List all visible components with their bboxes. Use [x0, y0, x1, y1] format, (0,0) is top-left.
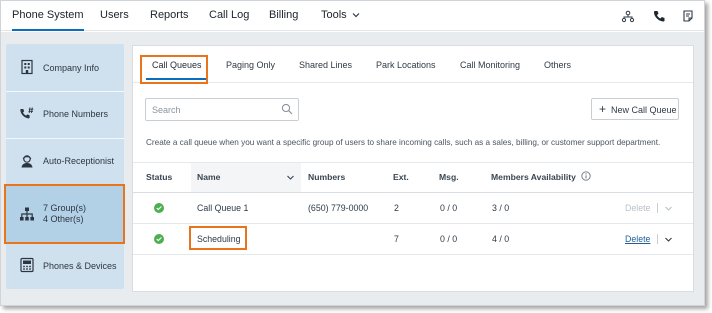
queue-ext: 7 — [394, 234, 399, 244]
queue-numbers: (650) 779-0000 — [308, 203, 369, 213]
description-text: Create a call queue when you want a spec… — [146, 138, 661, 147]
search-input[interactable] — [152, 103, 277, 117]
sidebar: Company Info Phone Numbers Auto-Receptio… — [6, 44, 124, 289]
directory-icon[interactable] — [621, 9, 635, 23]
sidebar-item-phones-devices[interactable]: Phones & Devices — [6, 243, 124, 289]
phone-icon[interactable] — [652, 9, 666, 23]
divider — [133, 82, 693, 83]
active-tab-indicator — [146, 78, 206, 80]
divider — [657, 234, 658, 244]
table-row[interactable]: Call Queue 1 (650) 779-0000 2 0 / 0 3 / … — [133, 193, 693, 223]
chevron-down-icon — [352, 1, 360, 29]
column-header-numbers[interactable]: Numbers — [308, 172, 345, 182]
chevron-down-icon[interactable] — [664, 204, 673, 213]
sidebar-others-count: 4 Other(s) — [43, 214, 84, 224]
tab-call-monitoring[interactable]: Call Monitoring — [460, 60, 520, 70]
new-call-queue-button[interactable]: + New Call Queue — [591, 98, 679, 120]
sidebar-item-groups[interactable]: 7 Group(s) 4 Other(s) — [6, 186, 124, 242]
nav-reports[interactable]: Reports — [150, 1, 189, 31]
tab-shared-lines[interactable]: Shared Lines — [299, 60, 352, 70]
status-ok-icon — [154, 203, 164, 213]
queue-msg: 0 / 0 — [440, 203, 458, 213]
phone-hash-icon — [19, 106, 35, 122]
divider — [657, 203, 658, 213]
new-call-queue-label: New Call Queue — [611, 105, 677, 115]
nav-tools-label: Tools — [321, 9, 347, 21]
info-icon[interactable] — [581, 171, 591, 181]
nav-phone-system[interactable]: Phone System — [12, 1, 84, 31]
queue-name[interactable]: Scheduling — [197, 234, 241, 244]
nav-users[interactable]: Users — [100, 1, 129, 31]
receptionist-icon — [19, 153, 35, 169]
chevron-down-icon[interactable] — [664, 235, 673, 244]
search-field[interactable] — [145, 98, 299, 121]
column-header-msg[interactable]: Msg. — [439, 172, 459, 182]
queue-name[interactable]: Call Queue 1 — [197, 203, 248, 213]
queue-msg: 0 / 0 — [440, 234, 458, 244]
delete-link[interactable]: Delete — [625, 203, 650, 213]
sidebar-item-auto-receptionist[interactable]: Auto-Receptionist — [6, 139, 124, 185]
tab-call-queues[interactable]: Call Queues — [152, 60, 202, 70]
top-navigation: Phone System Users Reports Call Log Bill… — [1, 1, 704, 31]
nav-tools[interactable]: Tools — [321, 1, 360, 31]
sidebar-item-label: Auto-Receptionist — [43, 156, 115, 166]
nav-call-log[interactable]: Call Log — [209, 1, 249, 31]
column-header-ext[interactable]: Ext. — [393, 172, 409, 182]
sidebar-item-label: Company Info — [43, 63, 100, 73]
tab-paging-only[interactable]: Paging Only — [226, 60, 275, 70]
tab-park-locations[interactable]: Park Locations — [376, 60, 436, 70]
org-chart-icon — [19, 206, 35, 222]
sort-chevron-icon[interactable] — [286, 173, 295, 182]
building-icon — [19, 59, 35, 75]
queue-members-availability: 3 / 0 — [492, 203, 510, 213]
tab-others[interactable]: Others — [544, 60, 571, 70]
sidebar-item-phone-numbers[interactable]: Phone Numbers — [6, 92, 124, 138]
sidebar-item-label: Phones & Devices — [43, 261, 117, 271]
column-header-name[interactable]: Name — [197, 172, 220, 182]
sidebar-item-label: Phone Numbers — [43, 109, 109, 119]
status-ok-icon — [154, 234, 164, 244]
queue-members-availability: 4 / 0 — [492, 234, 510, 244]
main-panel: Call Queues Paging Only Shared Lines Par… — [132, 45, 694, 292]
column-header-status[interactable]: Status — [146, 172, 172, 182]
app-window: Phone System Users Reports Call Log Bill… — [0, 0, 705, 306]
sidebar-groups-count: 7 Group(s) — [43, 203, 87, 213]
devices-icon — [19, 257, 35, 273]
queue-ext: 2 — [394, 203, 399, 213]
notes-icon[interactable] — [681, 9, 695, 23]
delete-link[interactable]: Delete — [625, 234, 650, 244]
table-row[interactable]: Scheduling 7 0 / 0 4 / 0 Delete — [133, 224, 693, 254]
nav-billing[interactable]: Billing — [269, 1, 298, 31]
sidebar-item-company-info[interactable]: Company Info — [6, 44, 124, 91]
column-header-members-availability[interactable]: Members Availability — [491, 172, 576, 182]
plus-icon: + — [599, 102, 607, 116]
search-icon[interactable] — [281, 103, 293, 115]
divider — [133, 254, 693, 255]
